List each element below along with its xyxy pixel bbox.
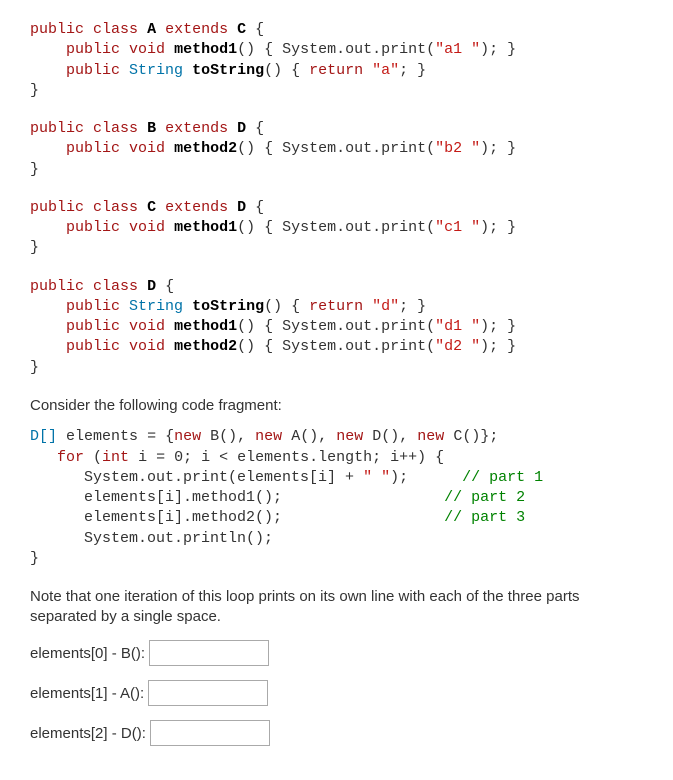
question-row-0: elements[0] - B(): [30,640,643,666]
question-label-1: elements[1] - A(): [30,685,144,702]
code-class-a: public class A extends C { public void m… [30,20,643,101]
answer-input-1[interactable] [148,680,268,706]
code-class-c: public class C extends D { public void m… [30,198,643,259]
code-class-d: public class D { public String toString(… [30,277,643,378]
code-fragment: D[] elements = {new B(), new A(), new D(… [30,427,643,569]
question-row-2: elements[2] - D(): [30,720,643,746]
prose-consider: Consider the following code fragment: [30,396,643,416]
answer-input-0[interactable] [149,640,269,666]
answer-input-2[interactable] [150,720,270,746]
question-label-2: elements[2] - D(): [30,725,146,742]
question-row-1: elements[1] - A(): [30,680,643,706]
code-class-b: public class B extends D { public void m… [30,119,643,180]
question-label-0: elements[0] - B(): [30,645,145,662]
prose-note: Note that one iteration of this loop pri… [30,587,643,626]
